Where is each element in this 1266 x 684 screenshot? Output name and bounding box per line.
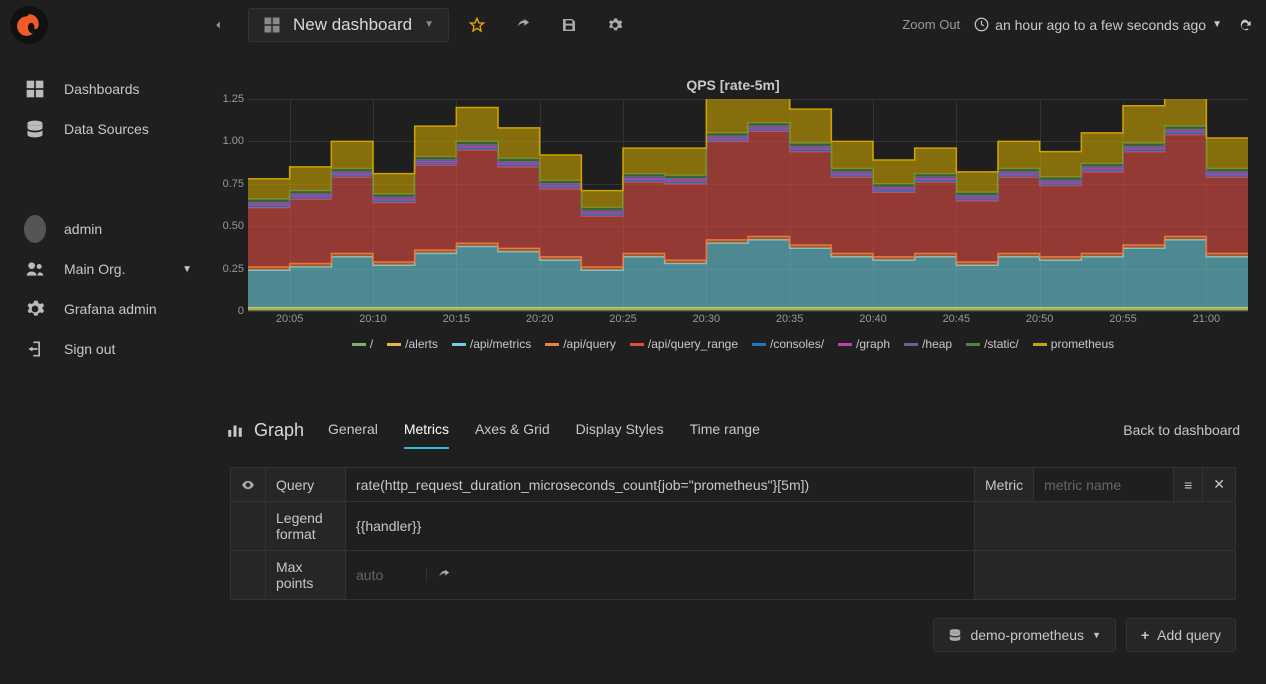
legend-item[interactable]: /heap bbox=[904, 337, 952, 351]
back-to-dashboard-link[interactable]: Back to dashboard bbox=[1123, 422, 1240, 438]
refresh-button[interactable] bbox=[1236, 17, 1252, 33]
query-remove-button[interactable]: ✕ bbox=[1203, 468, 1236, 502]
gear-icon bbox=[24, 299, 46, 319]
legend-swatch bbox=[352, 343, 366, 346]
graph-icon bbox=[226, 421, 244, 439]
database-icon bbox=[948, 628, 962, 642]
sidebar-item-label: Grafana admin bbox=[64, 301, 157, 317]
legend-label: /api/metrics bbox=[470, 337, 531, 351]
legend-item[interactable]: /api/query bbox=[545, 337, 616, 351]
sidebar-item-users[interactable]: Main Org. ▼ bbox=[0, 249, 210, 289]
panel-title: QPS [rate-5m] bbox=[210, 71, 1256, 99]
legend-item[interactable]: prometheus bbox=[1033, 337, 1114, 351]
clock-icon bbox=[974, 17, 989, 32]
zoom-out-button[interactable]: Zoom Out bbox=[902, 17, 960, 32]
legend-item[interactable]: / bbox=[352, 337, 373, 351]
sidebar-item-database[interactable]: Data Sources bbox=[0, 109, 210, 149]
tab-metrics[interactable]: Metrics bbox=[404, 411, 449, 449]
signout-icon bbox=[24, 339, 46, 359]
tab-axes-grid[interactable]: Axes & Grid bbox=[475, 411, 550, 449]
legend-swatch bbox=[904, 343, 918, 346]
legend-item[interactable]: /api/metrics bbox=[452, 337, 531, 351]
tab-time-range[interactable]: Time range bbox=[690, 411, 760, 449]
time-range-picker[interactable]: an hour ago to a few seconds ago ▼ bbox=[974, 17, 1222, 33]
query-menu-button[interactable]: ≡ bbox=[1174, 468, 1203, 502]
query-input[interactable] bbox=[356, 477, 964, 493]
legend-swatch bbox=[452, 343, 466, 346]
settings-button[interactable] bbox=[597, 7, 633, 43]
dashboard-icon bbox=[24, 79, 46, 99]
query-label: Query bbox=[266, 468, 346, 502]
legend-format-input[interactable] bbox=[356, 518, 964, 534]
sidebar-collapse-button[interactable] bbox=[204, 11, 232, 39]
max-points-input[interactable] bbox=[356, 567, 426, 583]
legend-swatch bbox=[838, 343, 852, 346]
legend-label: /heap bbox=[922, 337, 952, 351]
sidebar-item-dashboard[interactable]: Dashboards bbox=[0, 69, 210, 109]
legend-swatch bbox=[1033, 343, 1047, 346]
save-button[interactable] bbox=[551, 7, 587, 43]
database-icon bbox=[24, 119, 46, 139]
panel-type-label: Graph bbox=[254, 420, 304, 441]
dashboard-title: New dashboard bbox=[293, 15, 412, 35]
sidebar-item-label: Main Org. bbox=[64, 261, 125, 277]
legend-swatch bbox=[752, 343, 766, 346]
chevron-down-icon: ▼ bbox=[424, 19, 434, 30]
legend-label: / bbox=[370, 337, 373, 351]
sidebar-item-label: Dashboards bbox=[64, 81, 140, 97]
legend-label: /api/query bbox=[563, 337, 616, 351]
sidebar-item-label: Sign out bbox=[64, 341, 115, 357]
legend-format-label: Legend format bbox=[266, 502, 346, 551]
chart-plot-area[interactable] bbox=[248, 99, 1248, 311]
dashboard-title-picker[interactable]: New dashboard ▼ bbox=[248, 8, 449, 42]
tab-display-styles[interactable]: Display Styles bbox=[576, 411, 664, 449]
legend-swatch bbox=[387, 343, 401, 346]
chevron-down-icon: ▼ bbox=[1092, 630, 1101, 640]
plus-icon: + bbox=[1141, 627, 1149, 643]
avatar-icon bbox=[24, 215, 46, 243]
chevron-down-icon: ▼ bbox=[1212, 19, 1222, 30]
legend-item[interactable]: /alerts bbox=[387, 337, 438, 351]
share-button[interactable] bbox=[505, 7, 541, 43]
legend-label: /static/ bbox=[984, 337, 1019, 351]
sidebar-item-gear[interactable]: Grafana admin bbox=[0, 289, 210, 329]
metric-input[interactable] bbox=[1044, 477, 1163, 493]
sidebar-item-label: Data Sources bbox=[64, 121, 149, 137]
chevron-down-icon: ▼ bbox=[182, 264, 192, 275]
legend-swatch bbox=[630, 343, 644, 346]
add-query-button[interactable]: + Add query bbox=[1126, 618, 1236, 652]
datasource-name: demo-prometheus bbox=[970, 627, 1084, 643]
tab-general[interactable]: General bbox=[328, 411, 378, 449]
max-points-link-button[interactable] bbox=[426, 568, 461, 582]
query-visibility-toggle[interactable] bbox=[231, 468, 266, 502]
legend-label: prometheus bbox=[1051, 337, 1114, 351]
metric-label: Metric bbox=[974, 468, 1033, 502]
max-points-label: Max points bbox=[266, 551, 346, 600]
dashboard-icon bbox=[263, 16, 281, 34]
legend-swatch bbox=[545, 343, 559, 346]
legend-swatch bbox=[966, 343, 980, 346]
legend-item[interactable]: /api/query_range bbox=[630, 337, 738, 351]
sidebar-item-label: admin bbox=[64, 221, 102, 237]
legend-item[interactable]: /consoles/ bbox=[752, 337, 824, 351]
legend-item[interactable]: /graph bbox=[838, 337, 890, 351]
legend-label: /api/query_range bbox=[648, 337, 738, 351]
sidebar-item-avatar[interactable]: admin bbox=[0, 209, 210, 249]
grafana-logo[interactable] bbox=[10, 6, 48, 44]
add-query-label: Add query bbox=[1157, 627, 1221, 643]
time-range-label: an hour ago to a few seconds ago bbox=[995, 17, 1206, 33]
legend-label: /consoles/ bbox=[770, 337, 824, 351]
legend-item[interactable]: /static/ bbox=[966, 337, 1019, 351]
datasource-picker[interactable]: demo-prometheus ▼ bbox=[933, 618, 1116, 652]
users-icon bbox=[24, 259, 46, 279]
legend-label: /alerts bbox=[405, 337, 438, 351]
star-button[interactable] bbox=[459, 7, 495, 43]
legend-label: /graph bbox=[856, 337, 890, 351]
sidebar-item-signout[interactable]: Sign out bbox=[0, 329, 210, 369]
